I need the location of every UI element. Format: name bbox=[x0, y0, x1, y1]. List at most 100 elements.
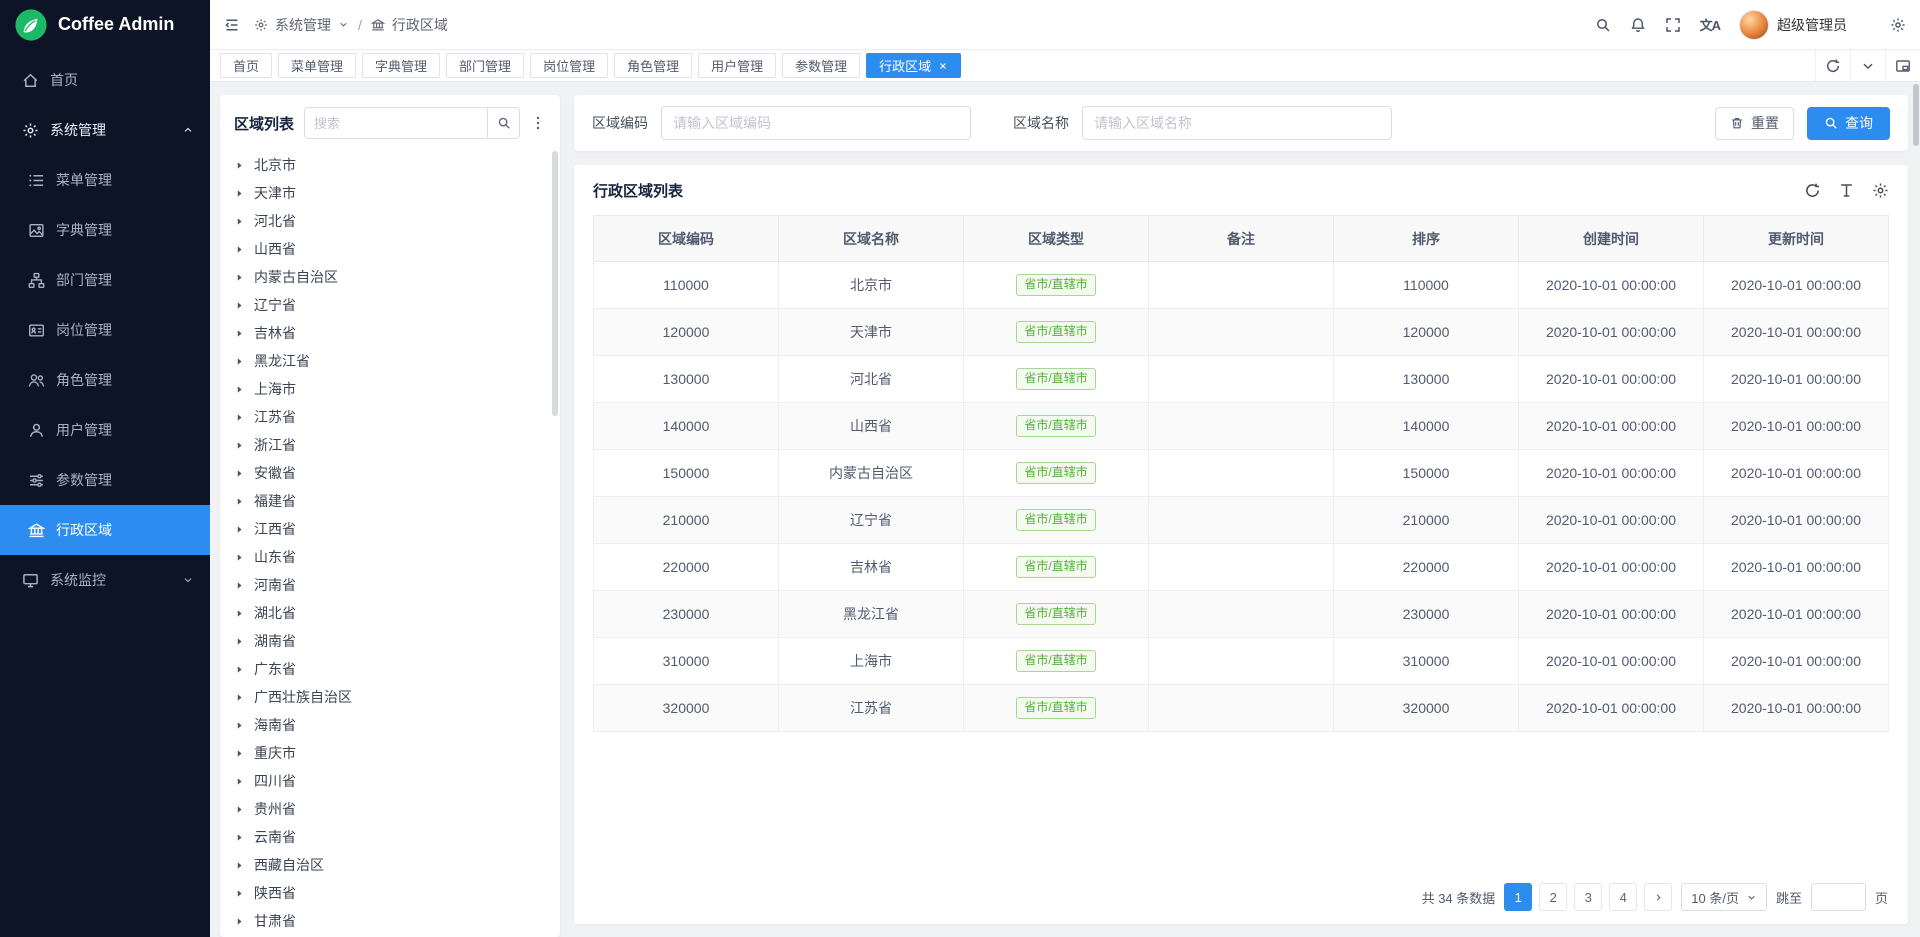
tree-item[interactable]: 贵州省 bbox=[234, 795, 560, 823]
refresh-tab-icon[interactable] bbox=[1815, 50, 1850, 81]
tab-role[interactable]: 角色管理 bbox=[614, 53, 692, 78]
row-density-icon[interactable] bbox=[1838, 182, 1855, 199]
tree-item[interactable]: 四川省 bbox=[234, 767, 560, 795]
tab-param[interactable]: 参数管理 bbox=[782, 53, 860, 78]
tab-menu[interactable]: 菜单管理 bbox=[278, 53, 356, 78]
tab-dept[interactable]: 部门管理 bbox=[446, 53, 524, 78]
tree-item[interactable]: 上海市 bbox=[234, 375, 560, 403]
tree-item[interactable]: 河北省 bbox=[234, 207, 560, 235]
refresh-table-icon[interactable] bbox=[1804, 182, 1821, 199]
tree-item[interactable]: 河南省 bbox=[234, 571, 560, 599]
sidebar-item-menu[interactable]: 菜单管理 bbox=[0, 155, 210, 205]
column-settings-gear-icon[interactable] bbox=[1872, 182, 1889, 199]
close-icon[interactable] bbox=[938, 61, 948, 71]
sidebar-item-system[interactable]: 系统管理 bbox=[0, 105, 210, 155]
cell-type: 省市/直辖市 bbox=[964, 262, 1149, 309]
table-row[interactable]: 220000吉林省省市/直辖市2200002020-10-01 00:00:00… bbox=[594, 544, 1889, 591]
sidebar-item-dept[interactable]: 部门管理 bbox=[0, 255, 210, 305]
sidebar-item-home[interactable]: 首页 bbox=[0, 55, 210, 105]
table-row[interactable]: 230000黑龙江省省市/直辖市2300002020-10-01 00:00:0… bbox=[594, 591, 1889, 638]
search-icon[interactable] bbox=[1595, 17, 1611, 33]
translate-icon[interactable]: 文A bbox=[1700, 15, 1720, 34]
more-options-dots-icon[interactable] bbox=[530, 115, 546, 131]
region-name-input[interactable] bbox=[1082, 106, 1392, 140]
tree-item[interactable]: 西藏自治区 bbox=[234, 851, 560, 879]
tab-options-chevron-down-icon[interactable] bbox=[1850, 50, 1885, 81]
breadcrumb-parent[interactable]: 系统管理 bbox=[275, 15, 331, 35]
query-button[interactable]: 查询 bbox=[1807, 107, 1890, 140]
tree-item[interactable]: 吉林省 bbox=[234, 319, 560, 347]
tree-item[interactable]: 福建省 bbox=[234, 487, 560, 515]
tree-item[interactable]: 陕西省 bbox=[234, 879, 560, 907]
tree-item[interactable]: 黑龙江省 bbox=[234, 347, 560, 375]
fullscreen-icon[interactable] bbox=[1665, 17, 1681, 33]
table-row[interactable]: 210000辽宁省省市/直辖市2100002020-10-01 00:00:00… bbox=[594, 497, 1889, 544]
tree-item[interactable]: 湖北省 bbox=[234, 599, 560, 627]
tree-item[interactable]: 甘肃省 bbox=[234, 907, 560, 935]
chevron-right-icon bbox=[1653, 892, 1664, 903]
table-row[interactable]: 150000内蒙古自治区省市/直辖市1500002020-10-01 00:00… bbox=[594, 450, 1889, 497]
bell-icon[interactable] bbox=[1630, 17, 1646, 33]
table-row[interactable]: 130000河北省省市/直辖市1300002020-10-01 00:00:00… bbox=[594, 356, 1889, 403]
tree-item[interactable]: 重庆市 bbox=[234, 739, 560, 767]
tree-search-button[interactable] bbox=[487, 107, 520, 139]
page-scrollbar-thumb[interactable] bbox=[1913, 84, 1919, 146]
tree-item[interactable]: 山东省 bbox=[234, 543, 560, 571]
region-code-input[interactable] bbox=[661, 106, 971, 140]
tree-item[interactable]: 江西省 bbox=[234, 515, 560, 543]
tree-item[interactable]: 湖南省 bbox=[234, 627, 560, 655]
table-row[interactable]: 310000上海市省市/直辖市3100002020-10-01 00:00:00… bbox=[594, 638, 1889, 685]
settings-gear-icon[interactable] bbox=[1890, 17, 1906, 33]
tree-item[interactable]: 辽宁省 bbox=[234, 291, 560, 319]
sidebar-item-dict[interactable]: 字典管理 bbox=[0, 205, 210, 255]
tree-item[interactable]: 安徽省 bbox=[234, 459, 560, 487]
tree-item[interactable]: 江苏省 bbox=[234, 403, 560, 431]
table-row[interactable]: 110000北京市省市/直辖市1100002020-10-01 00:00:00… bbox=[594, 262, 1889, 309]
app-logo[interactable]: Coffee Admin bbox=[0, 0, 210, 49]
page-scrollbar[interactable] bbox=[1912, 83, 1920, 937]
tab-user[interactable]: 用户管理 bbox=[698, 53, 776, 78]
tree-item[interactable]: 北京市 bbox=[234, 151, 560, 179]
user-menu[interactable]: 超级管理员 bbox=[1739, 10, 1847, 40]
page-button-4[interactable]: 4 bbox=[1609, 883, 1637, 911]
tree-item[interactable]: 内蒙古自治区 bbox=[234, 263, 560, 291]
tree-item[interactable]: 浙江省 bbox=[234, 431, 560, 459]
sidebar-item-user[interactable]: 用户管理 bbox=[0, 405, 210, 455]
jump-page-input[interactable] bbox=[1811, 883, 1866, 911]
caret-right-icon bbox=[234, 860, 245, 871]
sidebar-item-param[interactable]: 参数管理 bbox=[0, 455, 210, 505]
sidebar-item-post[interactable]: 岗位管理 bbox=[0, 305, 210, 355]
tree-scrollbar-thumb[interactable] bbox=[552, 151, 558, 416]
tree-item[interactable]: 云南省 bbox=[234, 823, 560, 851]
sidebar-item-region[interactable]: 行政区域 bbox=[0, 505, 210, 555]
sidebar-item-monitor[interactable]: 系统监控 bbox=[0, 555, 210, 605]
sidebar-item-role[interactable]: 角色管理 bbox=[0, 355, 210, 405]
page-button-3[interactable]: 3 bbox=[1574, 883, 1602, 911]
table-row[interactable]: 120000天津市省市/直辖市1200002020-10-01 00:00:00… bbox=[594, 309, 1889, 356]
tree-item[interactable]: 广东省 bbox=[234, 655, 560, 683]
page-size-select[interactable]: 10 条/页 bbox=[1681, 883, 1767, 911]
page-button-1[interactable]: 1 bbox=[1504, 883, 1532, 911]
region-type-badge: 省市/直辖市 bbox=[1016, 415, 1095, 436]
tree-item[interactable]: 海南省 bbox=[234, 711, 560, 739]
reset-button-label: 重置 bbox=[1751, 113, 1779, 133]
content-fullscreen-icon[interactable] bbox=[1885, 50, 1920, 81]
cell-remark bbox=[1149, 591, 1334, 638]
sidebar-item-label: 岗位管理 bbox=[56, 320, 112, 340]
tab-region[interactable]: 行政区域 bbox=[866, 53, 961, 78]
tree-item[interactable]: 天津市 bbox=[234, 179, 560, 207]
next-page-button[interactable] bbox=[1644, 883, 1672, 911]
tab-post[interactable]: 岗位管理 bbox=[530, 53, 608, 78]
tree-item[interactable]: 山西省 bbox=[234, 235, 560, 263]
tree-search-input[interactable] bbox=[304, 107, 487, 139]
tab-home[interactable]: 首页 bbox=[220, 53, 272, 78]
table-row[interactable]: 320000江苏省省市/直辖市3200002020-10-01 00:00:00… bbox=[594, 685, 1889, 732]
page-button-2[interactable]: 2 bbox=[1539, 883, 1567, 911]
tab-dict[interactable]: 字典管理 bbox=[362, 53, 440, 78]
tree-item[interactable]: 广西壮族自治区 bbox=[234, 683, 560, 711]
sidebar-collapse-icon[interactable] bbox=[224, 17, 240, 33]
reset-button[interactable]: 重置 bbox=[1715, 107, 1794, 140]
org-icon bbox=[28, 272, 45, 289]
table-row[interactable]: 140000山西省省市/直辖市1400002020-10-01 00:00:00… bbox=[594, 403, 1889, 450]
tree-item-label: 浙江省 bbox=[254, 435, 296, 455]
